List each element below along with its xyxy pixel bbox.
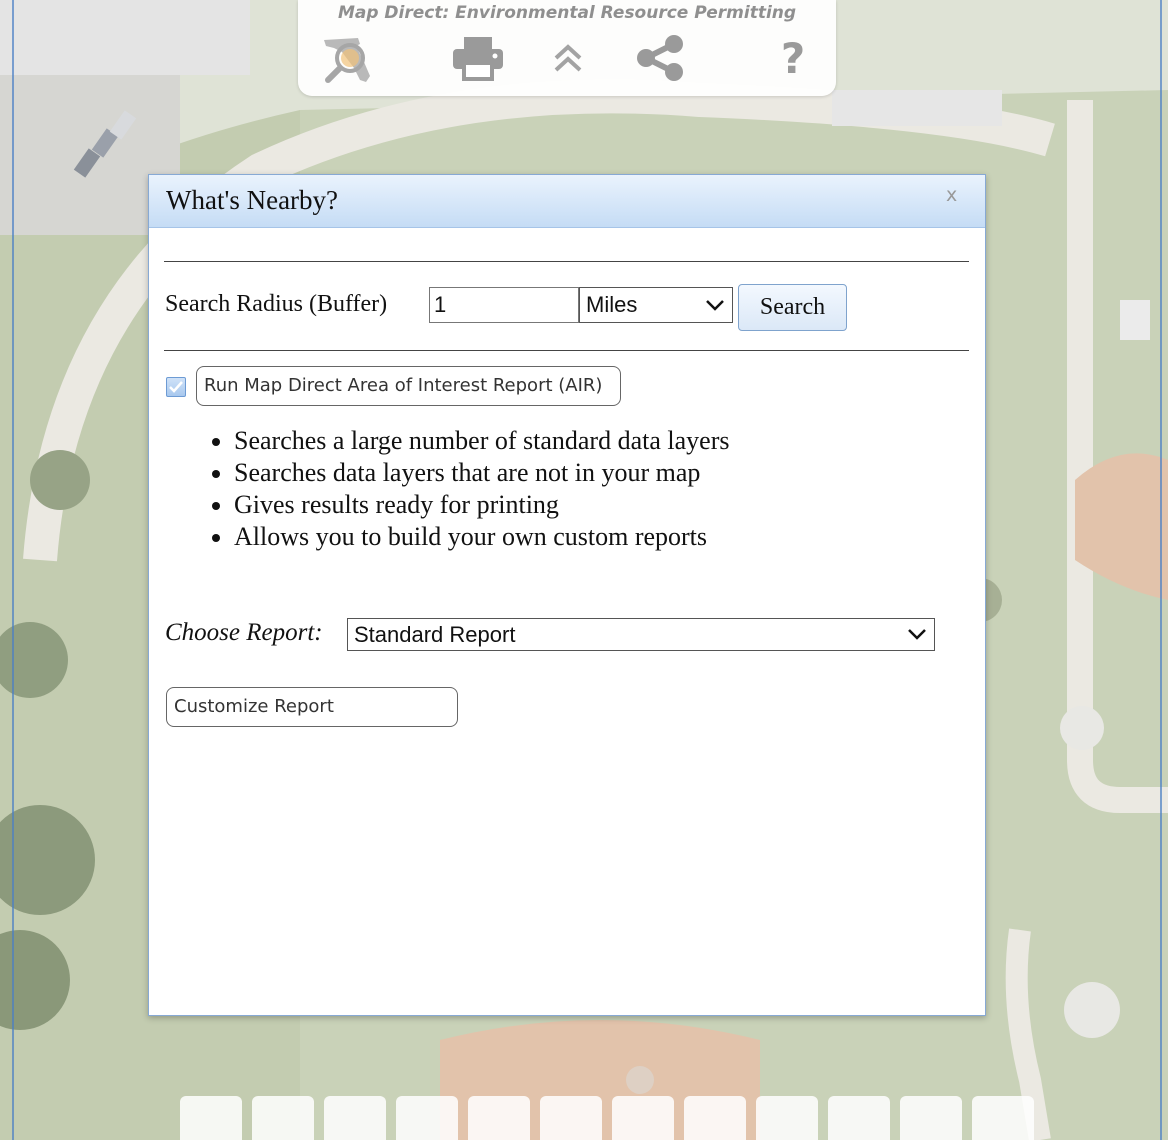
share-icon [637, 35, 683, 81]
share-button[interactable] [632, 30, 688, 86]
list-item: Allows you to build your own custom repo… [234, 521, 729, 553]
collapse-toolbar-button[interactable] [546, 30, 590, 86]
divider-middle [164, 350, 969, 351]
report-select[interactable]: Standard Report [347, 618, 935, 651]
list-item: Searches a large number of standard data… [234, 425, 729, 457]
list-item: Searches data layers that are not in you… [234, 457, 729, 489]
bottom-tool-11[interactable] [900, 1096, 962, 1140]
chevron-down-icon [706, 300, 724, 311]
top-toolbar: Map Direct: Environmental Resource Permi… [298, 0, 836, 96]
map-right-border [1160, 0, 1162, 1140]
bottom-toolbar [180, 1096, 1040, 1140]
customize-report-button[interactable]: Customize Report [166, 687, 458, 727]
help-icon: ? [780, 33, 806, 83]
app-title: Map Direct: Environmental Resource Permi… [337, 3, 797, 23]
map-left-border [12, 0, 14, 1140]
collapse-up-icon [554, 44, 582, 72]
search-radius-label: Search Radius (Buffer) [165, 291, 388, 317]
choose-report-label: Choose Report: [165, 619, 323, 646]
divider-top [164, 261, 969, 262]
chevron-down-icon [908, 629, 926, 640]
dialog-header: What's Nearby? x [149, 175, 985, 228]
florida-search-icon [324, 38, 370, 83]
bottom-tool-7[interactable] [612, 1096, 674, 1140]
run-air-button[interactable]: Run Map Direct Area of Interest Report (… [196, 366, 621, 406]
bottom-tool-5[interactable] [468, 1096, 530, 1140]
unit-select-value: Miles [586, 292, 638, 317]
bottom-tool-3[interactable] [324, 1096, 386, 1140]
bottom-tool-1[interactable] [180, 1096, 242, 1140]
air-checkbox[interactable] [166, 377, 186, 397]
radius-input[interactable]: 1 [429, 287, 579, 323]
checkmark-icon [169, 381, 183, 393]
print-icon [453, 37, 503, 81]
bottom-tool-8[interactable] [684, 1096, 746, 1140]
unit-select[interactable]: Miles [579, 287, 733, 323]
close-icon[interactable]: x [946, 184, 957, 206]
bottom-tool-6[interactable] [540, 1096, 602, 1140]
florida-search-button[interactable] [316, 30, 380, 86]
bottom-tool-2[interactable] [252, 1096, 314, 1140]
bottom-tool-4[interactable] [396, 1096, 458, 1140]
air-feature-list: Searches a large number of standard data… [209, 425, 729, 553]
help-button[interactable]: ? [768, 30, 818, 86]
report-select-value: Standard Report [354, 622, 516, 647]
list-item: Gives results ready for printing [234, 489, 729, 521]
search-button[interactable]: Search [738, 284, 847, 331]
bottom-tool-10[interactable] [828, 1096, 890, 1140]
dialog-title: What's Nearby? [166, 185, 339, 215]
whats-nearby-dialog: What's Nearby? x Search Radius (Buffer) … [148, 174, 986, 1016]
bottom-tool-9[interactable] [756, 1096, 818, 1140]
bottom-tool-12[interactable] [972, 1096, 1034, 1140]
print-button[interactable] [448, 30, 508, 86]
